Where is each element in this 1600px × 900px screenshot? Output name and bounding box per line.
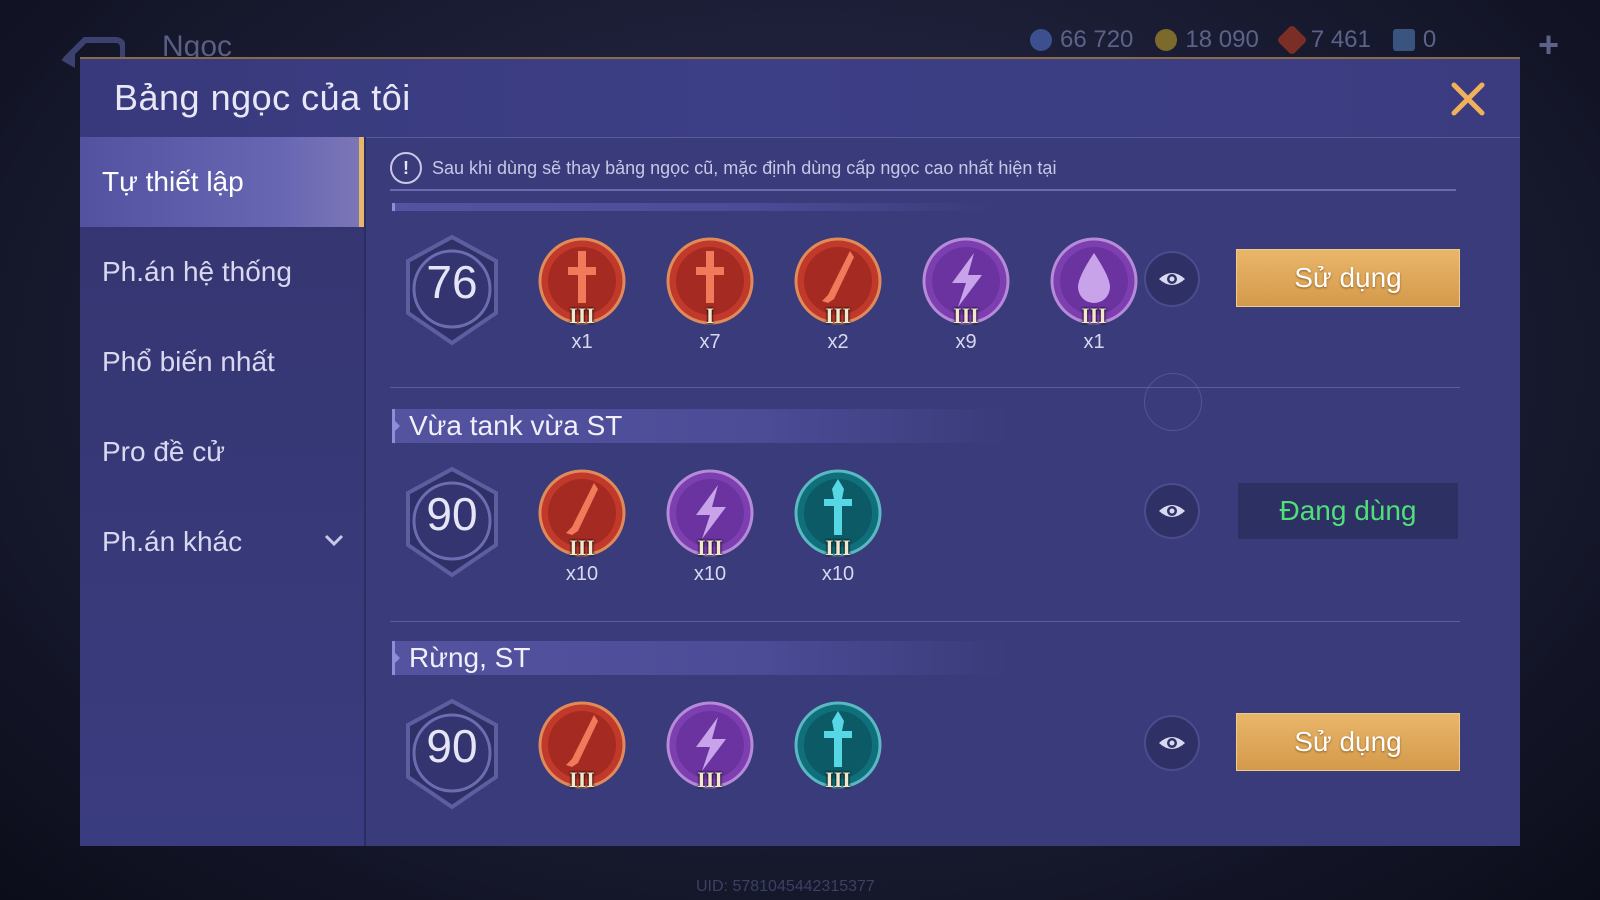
row-divider bbox=[390, 621, 1460, 622]
build-list[interactable]: ! Sau khi dùng sẽ thay bảng ngọc cũ, mặc… bbox=[366, 137, 1520, 846]
currency-gem: 66 720 bbox=[1030, 26, 1133, 54]
use-button[interactable]: Sử dụng bbox=[1236, 249, 1460, 307]
gem-tier: III bbox=[569, 535, 595, 560]
preview-button[interactable] bbox=[1144, 483, 1200, 539]
currency-value: 0 bbox=[1422, 26, 1437, 53]
notice-text: Sau khi dùng sẽ thay bảng ngọc cũ, mặc đ… bbox=[432, 157, 1057, 178]
gem-purple-drop[interactable]: III bbox=[1050, 237, 1138, 328]
eye-icon bbox=[1159, 505, 1185, 517]
sidebar-item-custom[interactable]: Tự thiết lập bbox=[80, 137, 364, 227]
preview-button[interactable] bbox=[1144, 715, 1200, 771]
gem-red-blade[interactable]: III bbox=[538, 701, 626, 792]
modal-title: Bảng ngọc của tôi bbox=[114, 77, 411, 118]
rune-page-modal: Bảng ngọc của tôi Tự thiết lập Ph.án hệ … bbox=[80, 57, 1520, 846]
preview-button[interactable] bbox=[1144, 251, 1200, 307]
sidebar: Tự thiết lập Ph.án hệ thống Phổ biến nhấ… bbox=[80, 137, 366, 846]
currency-gold: 18 090 bbox=[1155, 26, 1259, 54]
currency-value: 7 461 bbox=[1310, 26, 1371, 53]
gem-tier: III bbox=[569, 767, 595, 792]
close-icon[interactable] bbox=[1446, 77, 1490, 121]
gem-count: x2 bbox=[827, 331, 849, 353]
currency-bar: 66 720 18 090 7 461 0 bbox=[1030, 24, 1437, 56]
notice-bar: ! Sau khi dùng sẽ thay bảng ngọc cũ, mặc… bbox=[390, 147, 1456, 191]
ticket-icon bbox=[1392, 29, 1415, 51]
sidebar-item-pro[interactable]: Pro đề cử bbox=[80, 407, 364, 497]
sidebar-item-label: Phổ biến nhất bbox=[102, 346, 275, 377]
ruby-currency-icon bbox=[1276, 24, 1308, 56]
currency-ticket: 0 bbox=[1392, 26, 1437, 54]
add-currency-button[interactable]: + bbox=[1538, 24, 1559, 66]
gem-purple-lightning[interactable]: III bbox=[922, 237, 1010, 328]
gem-tier: III bbox=[953, 303, 979, 328]
chevron-down-icon[interactable] bbox=[324, 533, 344, 547]
eye-icon bbox=[1159, 273, 1185, 285]
gem-tier: I bbox=[705, 303, 715, 328]
gem-currency-icon bbox=[1030, 29, 1052, 51]
currency-value: 18 090 bbox=[1185, 26, 1259, 53]
currency-value: 66 720 bbox=[1060, 26, 1134, 53]
sidebar-item-label: Tự thiết lập bbox=[102, 166, 244, 197]
sidebar-item-other[interactable]: Ph.án khác bbox=[80, 497, 364, 587]
gem-count: x7 bbox=[699, 331, 721, 353]
gem-red-blade[interactable]: III bbox=[794, 237, 882, 328]
gem-red-blade[interactable]: III bbox=[538, 469, 626, 560]
gem-count: x9 bbox=[955, 331, 977, 353]
header-marker-icon bbox=[392, 418, 400, 434]
build-header: Vừa tank vừa ST bbox=[392, 409, 1009, 443]
build-row: 90 III III III Sử dụng bbox=[366, 689, 1520, 829]
gem-tier: III bbox=[825, 767, 851, 792]
eye-icon bbox=[1159, 737, 1185, 749]
gem-tier: III bbox=[697, 767, 723, 792]
selection-ring bbox=[1144, 373, 1202, 431]
sidebar-item-label: Ph.án hệ thống bbox=[102, 256, 292, 287]
row-divider bbox=[390, 387, 1460, 388]
level-value: 90 bbox=[426, 720, 478, 772]
gem-red-sword[interactable]: I bbox=[666, 237, 754, 328]
level-value: 76 bbox=[426, 256, 478, 308]
gem-tier: III bbox=[825, 535, 851, 560]
gem-tier: III bbox=[569, 303, 595, 328]
sidebar-item-popular[interactable]: Phổ biến nhất bbox=[80, 317, 364, 407]
gem-count: x1 bbox=[571, 331, 593, 353]
gem-purple-lightning[interactable]: III bbox=[666, 701, 754, 792]
sidebar-item-label: Ph.án khác bbox=[102, 526, 243, 557]
modal-header: Bảng ngọc của tôi bbox=[80, 59, 1520, 138]
gem-red-sword[interactable]: III bbox=[538, 237, 626, 328]
gold-coin-icon bbox=[1155, 29, 1178, 51]
info-icon: ! bbox=[390, 152, 422, 184]
use-button[interactable]: Sử dụng bbox=[1236, 713, 1460, 771]
gem-count: x10 bbox=[821, 563, 855, 585]
gem-count: x1 bbox=[1083, 331, 1105, 353]
level-value: 90 bbox=[426, 488, 478, 540]
gem-teal-sword[interactable]: III bbox=[794, 701, 882, 792]
build-row: 76 III x1 I x7 III x2 III x9 III x1 Sử d… bbox=[366, 225, 1520, 431]
gem-purple-lightning[interactable]: III bbox=[666, 469, 754, 560]
in-use-status: Đang dùng bbox=[1238, 483, 1458, 539]
header-marker-icon bbox=[392, 650, 400, 666]
gem-tier: III bbox=[1081, 303, 1107, 328]
build-name: Rừng, ST bbox=[409, 642, 531, 673]
build-name: Vừa tank vừa ST bbox=[409, 410, 623, 441]
gem-tier: III bbox=[697, 535, 723, 560]
gem-count: x10 bbox=[565, 563, 599, 585]
gem-count: x10 bbox=[693, 563, 727, 585]
build-row: 90 III x10 III x10 III x10 Đang dùng bbox=[366, 457, 1520, 597]
gem-teal-sword[interactable]: III bbox=[794, 469, 882, 560]
gem-tier: III bbox=[825, 303, 851, 328]
sidebar-item-system[interactable]: Ph.án hệ thống bbox=[80, 227, 364, 317]
sidebar-item-label: Pro đề cử bbox=[102, 436, 226, 467]
currency-ruby: 7 461 bbox=[1276, 24, 1371, 56]
user-id: UID: 5781045442315377 bbox=[696, 878, 875, 895]
build-header: Rừng, ST bbox=[392, 641, 1009, 675]
build-header bbox=[392, 203, 995, 211]
